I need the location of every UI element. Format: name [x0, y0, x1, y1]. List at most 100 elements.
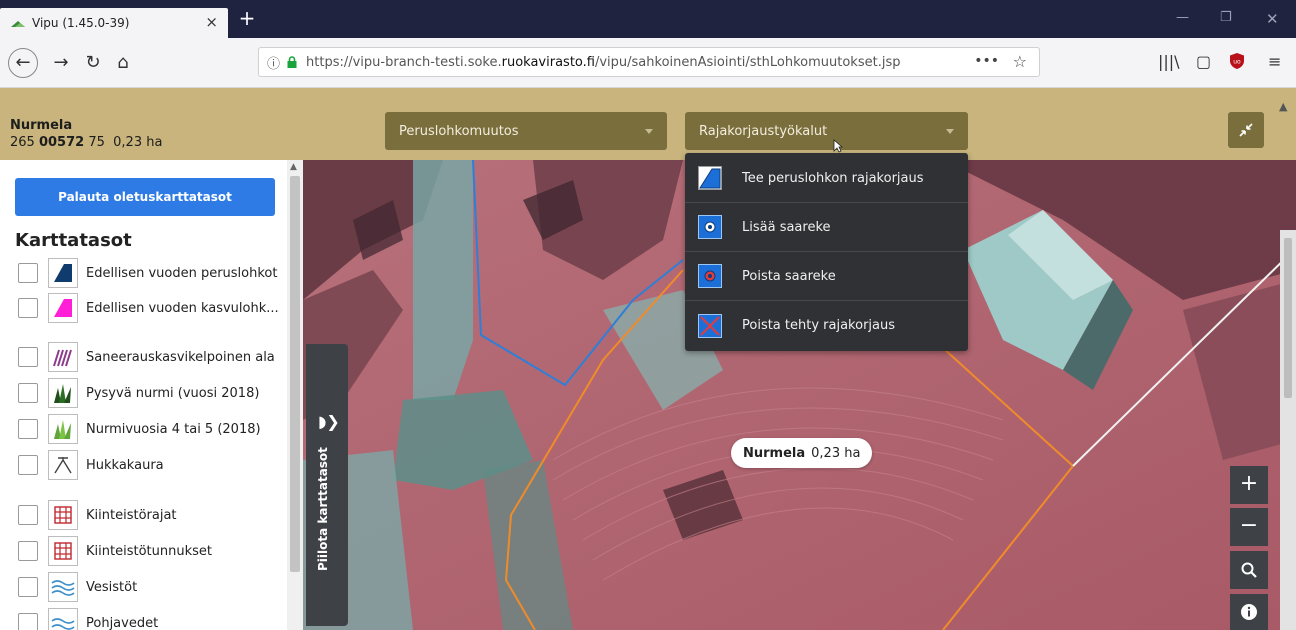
- layer-label: Hukkakaura: [86, 457, 164, 473]
- add-island-icon: [698, 215, 722, 239]
- layer-checkbox[interactable]: [18, 383, 38, 403]
- boundary-tools-dropdown[interactable]: Rajakorjaustyökalut: [685, 112, 968, 150]
- page-actions-button[interactable]: •••: [974, 53, 999, 69]
- layers-scrollbar[interactable]: ▲: [287, 160, 303, 630]
- menu-item-remove-island[interactable]: Poista saareke: [685, 252, 968, 301]
- search-icon: [1241, 562, 1257, 578]
- parcel-id-bold: 00572: [38, 135, 85, 150]
- site-info-icon[interactable]: ⓘ: [267, 53, 280, 72]
- layer-checkbox[interactable]: [18, 347, 38, 367]
- layer-label: Nurmivuosia 4 tai 5 (2018): [86, 421, 261, 437]
- menu-item-label: Lisää saareke: [742, 219, 831, 235]
- vipu-favicon-icon: [11, 21, 25, 27]
- reset-layers-button[interactable]: Palauta oletuskarttatasot: [15, 178, 275, 216]
- layer-checkbox[interactable]: [18, 505, 38, 525]
- window-close-icon[interactable]: ✕: [1266, 10, 1279, 28]
- scrollbar-thumb[interactable]: [290, 176, 300, 572]
- collapse-button[interactable]: [1228, 112, 1264, 148]
- reload-icon[interactable]: ↻: [80, 50, 106, 76]
- map-info-button[interactable]: [1230, 594, 1268, 630]
- page-scroll-up-icon[interactable]: ▲: [1279, 100, 1287, 113]
- collapse-arrows-icon: [1239, 123, 1253, 137]
- parcel-swatch-icon: [48, 258, 78, 288]
- remove-island-icon: [698, 264, 722, 288]
- layer-item[interactable]: Pysyvä nurmi (vuosi 2018): [18, 378, 288, 408]
- page-scrollbar[interactable]: [1280, 230, 1296, 630]
- layer-checkbox[interactable]: [18, 263, 38, 283]
- layer-item[interactable]: Pohjavedet: [18, 608, 288, 630]
- grass-dark-icon: [48, 378, 78, 408]
- sidebar-toggle-icon[interactable]: ▢: [1196, 52, 1211, 71]
- app-top-strip: [0, 88, 1296, 98]
- new-tab-button[interactable]: +: [236, 8, 258, 30]
- star-icon[interactable]: ☆: [1013, 52, 1027, 71]
- layer-item[interactable]: Nurmivuosia 4 tai 5 (2018): [18, 414, 288, 444]
- change-type-dropdown[interactable]: Peruslohkomuutos: [385, 112, 667, 150]
- info-icon: [1241, 604, 1257, 620]
- layer-checkbox[interactable]: [18, 455, 38, 475]
- url-bar[interactable]: ⓘ https://vipu-branch-testi.soke.ruokavi…: [258, 47, 1040, 77]
- mouse-cursor-icon: [833, 139, 843, 153]
- page-scrollbar-thumb[interactable]: [1284, 238, 1292, 398]
- maximize-icon[interactable]: ❐: [1220, 10, 1232, 25]
- layer-checkbox[interactable]: [18, 577, 38, 597]
- property-id-icon: [48, 536, 78, 566]
- layer-label: Kiinteistörajat: [86, 507, 177, 523]
- svg-text:uo: uo: [1233, 59, 1241, 66]
- menu-item-boundary-correction[interactable]: Tee peruslohkon rajakorjaus: [685, 154, 968, 203]
- url-domain: ruokavirasto.fi: [501, 54, 595, 70]
- chevrons-right-icon: ◗❯: [318, 412, 340, 431]
- layer-label: Kiinteistötunnukset: [86, 543, 212, 559]
- library-icon[interactable]: |||\: [1158, 52, 1180, 71]
- hide-layers-label: Piilota karttatasot: [316, 447, 330, 571]
- zoom-out-button[interactable]: −: [1230, 508, 1268, 546]
- layers-panel: Palauta oletuskarttatasot Karttatasot Ed…: [0, 160, 303, 630]
- layer-checkbox[interactable]: [18, 613, 38, 630]
- layer-item[interactable]: Edellisen vuoden peruslohkot: [18, 258, 288, 288]
- browser-titlebar: Vipu (1.45.0-39) × + — ❐ ✕: [0, 0, 1296, 38]
- tab-close-icon[interactable]: ×: [205, 13, 218, 31]
- bubble-parcel-name: Nurmela: [743, 445, 806, 461]
- forward-arrow-icon[interactable]: →: [48, 50, 74, 76]
- hide-layers-button[interactable]: ◗❯ Piilota karttatasot: [306, 344, 348, 626]
- layers-title: Karttatasot: [15, 230, 132, 251]
- menu-hamburger-icon[interactable]: ≡: [1268, 52, 1281, 71]
- layer-item[interactable]: Kiinteistötunnukset: [18, 536, 288, 566]
- layer-label: Pysyvä nurmi (vuosi 2018): [86, 385, 260, 401]
- back-arrow-icon[interactable]: ←: [8, 48, 38, 78]
- menu-item-remove-correction[interactable]: Poista tehty rajakorjaus: [685, 301, 968, 350]
- layer-checkbox[interactable]: [18, 419, 38, 439]
- menu-item-label: Poista tehty rajakorjaus: [742, 318, 896, 333]
- remove-correction-icon: [698, 313, 722, 338]
- tab-title: Vipu (1.45.0-39): [32, 16, 130, 30]
- ublock-shield-icon[interactable]: uo: [1228, 52, 1246, 70]
- wild-oat-icon: [48, 450, 78, 480]
- polygon-edit-icon: [698, 166, 722, 190]
- bubble-parcel-area: 0,23 ha: [811, 445, 861, 461]
- zoom-in-button[interactable]: +: [1230, 466, 1268, 504]
- water-icon: [48, 572, 78, 602]
- layer-item[interactable]: Hukkakaura: [18, 450, 288, 480]
- layer-checkbox[interactable]: [18, 298, 38, 318]
- layer-item[interactable]: Kiinteistörajat: [18, 500, 288, 530]
- hatched-swatch-icon: [48, 342, 78, 372]
- layer-item[interactable]: Vesistöt: [18, 572, 288, 602]
- layer-item[interactable]: Edellisen vuoden kasvulohk...: [18, 293, 288, 323]
- minimize-icon[interactable]: —: [1176, 10, 1189, 25]
- chevron-down-icon: [946, 129, 954, 134]
- change-type-label: Peruslohkomuutos: [399, 123, 519, 139]
- lock-icon: [287, 56, 297, 68]
- menu-item-label: Poista saareke: [742, 268, 836, 284]
- layer-label: Edellisen vuoden peruslohkot: [86, 265, 278, 281]
- parcel-name: Nurmela: [10, 118, 73, 133]
- layer-item[interactable]: Saneerauskasvikelpoinen ala: [18, 342, 288, 372]
- scroll-up-icon[interactable]: ▲: [290, 162, 297, 172]
- boundary-tools-label: Rajakorjaustyökalut: [699, 123, 828, 139]
- browser-navbar: ← → ↻ ⌂ ⓘ https://vipu-branch-testi.soke…: [0, 38, 1296, 88]
- browser-tab[interactable]: Vipu (1.45.0-39) ×: [0, 8, 228, 38]
- layer-checkbox[interactable]: [18, 541, 38, 561]
- map-search-button[interactable]: [1230, 551, 1268, 589]
- parcel-id: 265 00572 75 0,23 ha: [10, 135, 162, 150]
- home-icon[interactable]: ⌂: [110, 50, 136, 76]
- menu-item-add-island[interactable]: Lisää saareke: [685, 203, 968, 252]
